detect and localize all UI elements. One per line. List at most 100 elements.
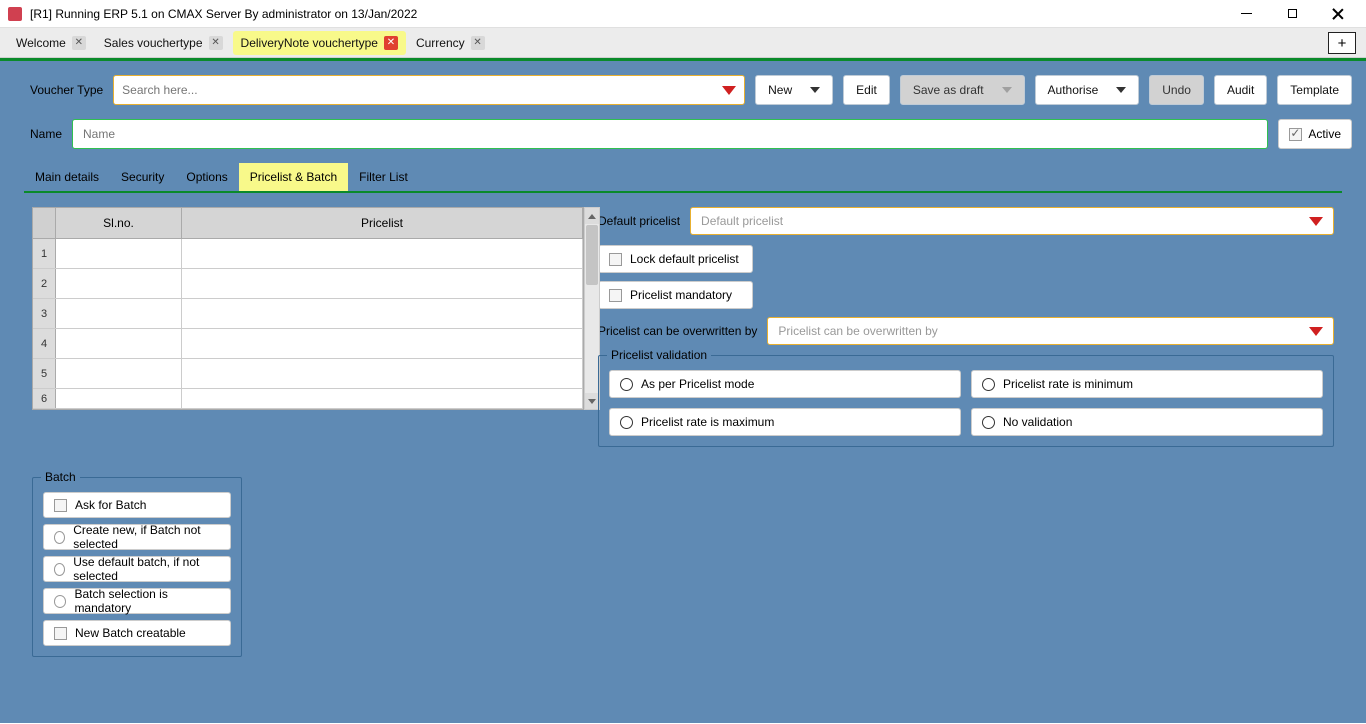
cell-slno[interactable]: [56, 359, 182, 388]
cell-pricelist[interactable]: [182, 269, 583, 298]
close-icon[interactable]: ✕: [72, 36, 86, 50]
subtab-main-details[interactable]: Main details: [24, 163, 110, 191]
table-row[interactable]: 5: [33, 359, 583, 389]
option-label: Create new, if Batch not selected: [73, 523, 220, 551]
row-number: 2: [33, 269, 56, 298]
checkbox[interactable]: [54, 499, 67, 512]
table-row[interactable]: 4: [33, 329, 583, 359]
save-draft-button[interactable]: Save as draft: [900, 75, 1025, 105]
pricelist-options: Default pricelist Default pricelist Lock…: [598, 207, 1334, 447]
row-number: 5: [33, 359, 56, 388]
close-icon[interactable]: ✕: [384, 36, 398, 50]
subtab-pricelist-batch[interactable]: Pricelist & Batch: [239, 163, 348, 191]
radio-no-validation[interactable]: No validation: [971, 408, 1323, 436]
active-checkbox-wrap[interactable]: Active: [1278, 119, 1352, 149]
radio-rate-maximum[interactable]: Pricelist rate is maximum: [609, 408, 961, 436]
checkbox-label: Lock default pricelist: [630, 252, 739, 266]
close-icon[interactable]: ✕: [209, 36, 223, 50]
pricelist-mandatory-checkbox[interactable]: Pricelist mandatory: [598, 281, 753, 309]
grid-body: 1 2 3 4 5 6: [33, 239, 583, 409]
option-label: New Batch creatable: [75, 626, 186, 640]
scroll-down-button[interactable]: [585, 393, 599, 409]
row-number: 1: [33, 239, 56, 268]
button-label: Undo: [1162, 83, 1191, 97]
add-tab-button[interactable]: +: [1328, 32, 1356, 54]
option-label: Use default batch, if not selected: [73, 555, 220, 583]
template-button[interactable]: Template: [1277, 75, 1352, 105]
batch-use-default[interactable]: Use default batch, if not selected: [43, 556, 231, 582]
row-number: 4: [33, 329, 56, 358]
checkbox[interactable]: [609, 253, 622, 266]
tab-label: DeliveryNote vouchertype: [241, 36, 378, 50]
overwrite-select[interactable]: Pricelist can be overwritten by: [767, 317, 1334, 345]
dropdown-icon[interactable]: [1309, 327, 1323, 336]
edit-button[interactable]: Edit: [843, 75, 890, 105]
scroll-up-button[interactable]: [585, 208, 599, 224]
radio-as-per-pricelist-mode[interactable]: As per Pricelist mode: [609, 370, 961, 398]
subtab-filter-list[interactable]: Filter List: [348, 163, 419, 191]
cell-slno[interactable]: [56, 389, 182, 408]
tab-currency[interactable]: Currency ✕: [408, 31, 493, 55]
chevron-down-icon: [588, 399, 596, 404]
lock-default-pricelist-checkbox[interactable]: Lock default pricelist: [598, 245, 753, 273]
validation-options: As per Pricelist mode Pricelist rate is …: [609, 370, 1323, 436]
option-label: Ask for Batch: [75, 498, 146, 512]
tab-sales-vouchertype[interactable]: Sales vouchertype ✕: [96, 31, 231, 55]
new-button[interactable]: New: [755, 75, 833, 105]
checkbox[interactable]: [609, 289, 622, 302]
table-row[interactable]: 1: [33, 239, 583, 269]
scroll-thumb[interactable]: [586, 225, 598, 285]
cell-pricelist[interactable]: [182, 359, 583, 388]
cell-pricelist[interactable]: [182, 299, 583, 328]
default-pricelist-select[interactable]: Default pricelist: [690, 207, 1334, 235]
dropdown-icon[interactable]: [722, 86, 736, 95]
subtab-options[interactable]: Options: [175, 163, 238, 191]
minimize-button[interactable]: [1232, 4, 1260, 24]
document-tabs: Welcome ✕ Sales vouchertype ✕ DeliveryNo…: [0, 28, 1366, 58]
radio-icon: [620, 378, 633, 391]
titlebar: [R1] Running ERP 5.1 on CMAX Server By a…: [0, 0, 1366, 28]
radio-label: No validation: [1003, 415, 1072, 429]
radio-icon: [620, 416, 633, 429]
select-placeholder: Default pricelist: [701, 214, 1303, 228]
cell-pricelist[interactable]: [182, 329, 583, 358]
dropdown-icon[interactable]: [1309, 217, 1323, 226]
batch-create-new[interactable]: Create new, if Batch not selected: [43, 524, 231, 550]
row-number: 6: [33, 389, 56, 408]
search-input[interactable]: [122, 83, 716, 97]
col-pricelist: Pricelist: [182, 208, 583, 238]
tab-welcome[interactable]: Welcome ✕: [8, 31, 94, 55]
button-label: Authorise: [1048, 83, 1099, 97]
maximize-button[interactable]: [1278, 4, 1306, 24]
audit-button[interactable]: Audit: [1214, 75, 1267, 105]
cell-slno[interactable]: [56, 239, 182, 268]
cell-pricelist[interactable]: [182, 389, 583, 408]
subtab-security[interactable]: Security: [110, 163, 175, 191]
close-icon[interactable]: ✕: [471, 36, 485, 50]
radio-icon: [982, 378, 995, 391]
active-checkbox[interactable]: [1289, 128, 1302, 141]
default-pricelist-label: Default pricelist: [598, 214, 680, 228]
authorise-button[interactable]: Authorise: [1035, 75, 1140, 105]
batch-ask-for-batch[interactable]: Ask for Batch: [43, 492, 231, 518]
batch-new-creatable[interactable]: New Batch creatable: [43, 620, 231, 646]
chevron-up-icon: [588, 214, 596, 219]
table-row[interactable]: 6: [33, 389, 583, 409]
cell-slno[interactable]: [56, 329, 182, 358]
tab-label: Welcome: [16, 36, 66, 50]
tab-deliverynote-vouchertype[interactable]: DeliveryNote vouchertype ✕: [233, 31, 406, 55]
table-row[interactable]: 3: [33, 299, 583, 329]
undo-button[interactable]: Undo: [1149, 75, 1204, 105]
batch-selection-mandatory[interactable]: Batch selection is mandatory: [43, 588, 231, 614]
checkbox[interactable]: [54, 627, 67, 640]
cell-slno[interactable]: [56, 299, 182, 328]
table-row[interactable]: 2: [33, 269, 583, 299]
voucher-type-label: Voucher Type: [14, 83, 103, 97]
cell-slno[interactable]: [56, 269, 182, 298]
radio-icon: [54, 595, 66, 608]
radio-rate-minimum[interactable]: Pricelist rate is minimum: [971, 370, 1323, 398]
name-input[interactable]: [72, 119, 1268, 149]
cell-pricelist[interactable]: [182, 239, 583, 268]
close-button[interactable]: [1324, 4, 1352, 24]
voucher-type-search[interactable]: [113, 75, 745, 105]
